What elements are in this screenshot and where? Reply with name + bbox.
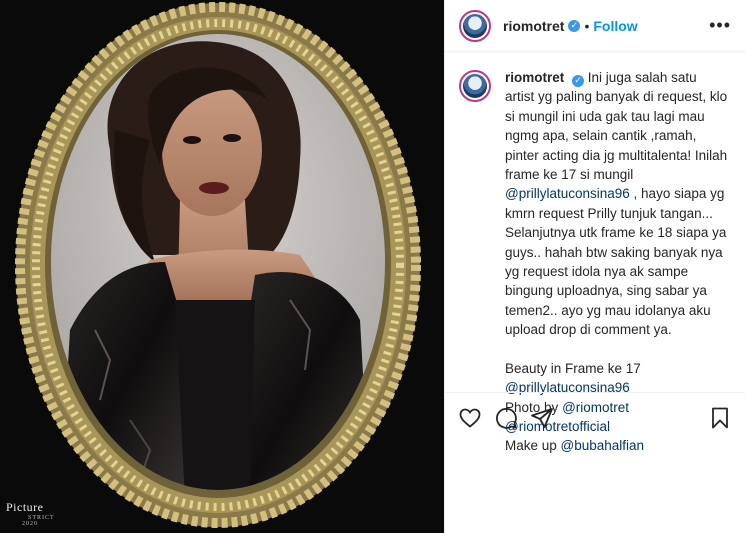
framed-portrait (15, 2, 421, 528)
avatar-image (463, 74, 487, 98)
caption-text-2: , hayo siapa yg kmrn request Prilly tunj… (505, 186, 727, 338)
more-options-icon[interactable]: ••• (709, 15, 731, 36)
caption-avatar[interactable] (459, 70, 491, 102)
verified-badge-icon: ✓ (572, 74, 585, 87)
comment-icon[interactable] (493, 405, 519, 431)
verified-badge-icon: ✓ (568, 19, 581, 32)
avatar-image (463, 13, 487, 38)
bookmark-icon[interactable] (707, 405, 733, 431)
post-caption: riomotret ✓ Ini juga salah satu artist y… (505, 68, 728, 453)
post-header: riomotret ✓ • Follow ••• (445, 0, 745, 52)
watermark-year: 2020 (22, 521, 38, 527)
heart-icon[interactable] (457, 405, 483, 431)
watermark: Picture STRICT 2020 (6, 500, 55, 527)
post-sidebar: riomotret ✓ • Follow ••• riomotret ✓ Ini… (444, 0, 745, 533)
action-bar (445, 392, 745, 442)
follow-button[interactable]: Follow (593, 18, 637, 34)
header-username[interactable]: riomotret (503, 18, 564, 34)
mention-link[interactable]: @prillylatuconsina96 (505, 186, 630, 201)
caption-area: riomotret ✓ Ini juga salah satu artist y… (445, 52, 745, 453)
caption-text-1: Ini juga salah satu artist yg paling ban… (505, 70, 728, 183)
post-image[interactable]: Picture STRICT 2020 (0, 0, 444, 533)
credit-beauty-line: Beauty in Frame ke 17 (505, 360, 641, 376)
caption-username[interactable]: riomotret (505, 70, 564, 85)
header-avatar[interactable] (459, 9, 491, 42)
share-icon[interactable] (529, 405, 555, 431)
watermark-title: Picture (6, 500, 44, 514)
header-separator: • (584, 17, 590, 34)
